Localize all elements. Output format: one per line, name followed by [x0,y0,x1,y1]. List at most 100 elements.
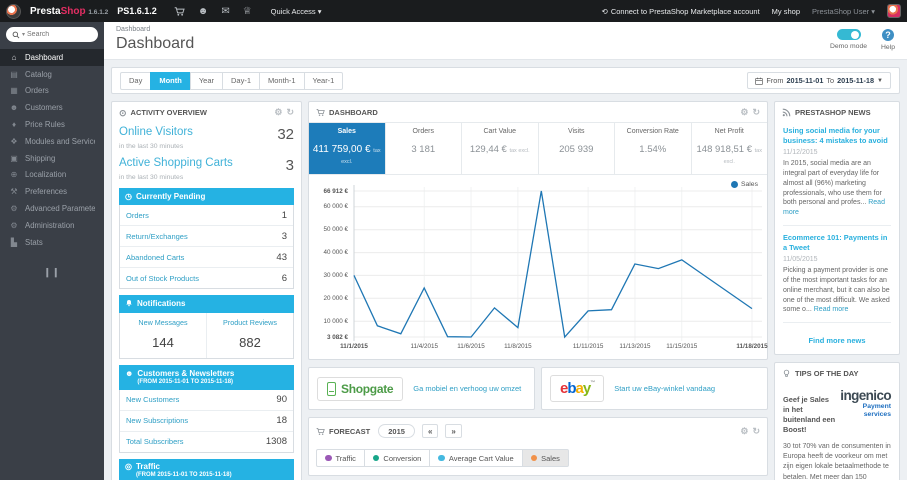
tab-average-cart-value[interactable]: Average Cart Value [429,449,523,467]
sidebar-item-dashboard[interactable]: ⌂ Dashboard [0,49,104,66]
pending-returns-link[interactable]: Return/Exchanges [126,232,188,241]
price-tag-icon: ♦ [11,120,17,130]
sidebar-item-administration[interactable]: ⚙ Administration [0,217,104,234]
panel-refresh-icon[interactable]: ↻ [752,426,760,436]
online-visitors-link[interactable]: Online Visitors [119,126,193,138]
cart-icon [316,427,325,436]
to-date: 2015-11-18 [837,76,875,85]
news-article: Using social media for your business: 4 … [783,126,891,218]
sidebar-item-modules[interactable]: ❖ Modules and Services [0,133,104,150]
new-messages-link[interactable]: New Messages [122,318,204,327]
panel-settings-icon[interactable]: ⚙ [740,426,748,436]
version-label: 1.6.1.2 [88,8,109,16]
marketplace-link[interactable]: ⟲ Connect to PrestaShop Marketplace accou… [602,7,760,16]
bell-icon [125,299,133,310]
kpi-orders[interactable]: Orders 3 181 [386,123,462,174]
sidebar-item-advanced-parameters[interactable]: ⚙ Advanced Parameters [0,200,104,217]
toggle-knob-icon [851,30,859,39]
prestashop-logo-icon[interactable] [6,3,21,19]
user-menu[interactable]: PrestaShop User ▾ [812,7,875,16]
activity-overview-panel: ⊙ ACTIVITY OVERVIEW ⚙ ↻ Online Visitors … [111,101,302,480]
total-subscribers-link[interactable]: Total Subscribers [126,437,184,446]
my-shop-link[interactable]: My shop [772,7,800,16]
forecast-panel: FORECAST 2015 « » ⚙ ↻ Traffic Conversion [308,417,768,476]
sidebar-collapse-toggle[interactable]: ❙❙ [0,267,104,278]
forecast-year[interactable]: 2015 [378,424,415,438]
help-icon[interactable]: ? [882,29,894,41]
shopgate-ad: Shopgate Ga mobiel en verhoog uw omzet [308,367,535,410]
ingenico-logo: ingenico Payment services [840,388,891,418]
chart-canvas [353,185,762,341]
out-of-stock-link[interactable]: Out of Stock Products [126,274,199,283]
active-carts-link[interactable]: Active Shopping Carts [119,157,233,169]
ebay-logo: ebay™ [550,375,605,402]
abandoned-carts-link[interactable]: Abandoned Carts [126,253,184,262]
tips-panel-title: TIPS OF THE DAY [795,369,859,379]
user-icon[interactable]: ☻ [198,6,209,17]
filter-month-button[interactable]: Month [150,71,191,90]
demo-mode-toggle[interactable] [836,29,861,40]
sync-icon: ⟲ [601,6,608,16]
kpi-cart-value[interactable]: Cart Value 129,44 € tax excl. [462,123,539,174]
sidebar-item-preferences[interactable]: ⚒ Preferences [0,183,104,200]
tip-body: 30 tot 70% van de consumenten in Europa … [783,443,891,480]
date-range-picker[interactable]: From 2015-11-01 To 2015-11-18 ▼ [747,72,891,89]
panel-settings-icon[interactable]: ⚙ [274,108,282,117]
pending-orders-link[interactable]: Orders [126,211,149,220]
product-reviews-value: 882 [239,335,261,350]
read-more-link[interactable]: Read more [814,306,849,313]
filter-day-1-button[interactable]: Day-1 [222,71,261,90]
sidebar-item-catalog[interactable]: ▤ Catalog [0,66,104,83]
sidebar: ▾ ⌂Dashboard ▤Catalog ▦Orders ☻Customers… [0,22,104,480]
sidebar-item-stats[interactable]: ▙ Stats [0,234,104,251]
top-bar: PrestaShop 1.6.1.2 PS1.6.1.2 ☻ ✉ ♕ Quick… [0,0,907,22]
ebay-ad: ebay™ Start uw eBay-winkel vandaag [541,367,768,410]
filter-day-button[interactable]: Day [120,71,152,90]
pending-row: Out of Stock Products 6 [126,272,287,284]
panel-settings-icon[interactable]: ⚙ [740,108,748,117]
phone-icon [327,381,336,396]
sidebar-item-orders[interactable]: ▦ Orders [0,83,104,100]
search-scope-caret-icon[interactable]: ▾ [22,31,25,38]
tab-sales[interactable]: Sales [521,449,569,467]
sidebar-search[interactable]: ▾ [6,27,98,42]
sidebar-item-shipping[interactable]: ▣ Shipping [0,150,104,167]
filter-year-1-button[interactable]: Year-1 [303,71,344,90]
customers-icon: ☻ [9,103,19,113]
forecast-prev-button[interactable]: « [421,424,439,438]
ebay-link[interactable]: Start uw eBay-winkel vandaag [614,384,715,393]
search-input[interactable] [27,31,92,38]
main-area: Dashboard Dashboard Demo mode ? Help Day… [104,22,907,480]
date-filter-bar: Day Month Year Day-1 Month-1 Year-1 From… [111,67,900,94]
tab-traffic[interactable]: Traffic [316,449,365,467]
filter-month-1-button[interactable]: Month-1 [259,71,305,90]
activity-icon: ⊙ [119,107,127,118]
tab-conversion[interactable]: Conversion [363,449,431,467]
news-article-title[interactable]: Ecommerce 101: Payments in a Tweet [783,233,891,252]
mail-icon[interactable]: ✉ [221,6,229,17]
cart-icon[interactable] [174,6,185,17]
trophy-icon[interactable]: ♕ [243,6,252,17]
panel-refresh-icon[interactable]: ↻ [286,108,294,117]
clock-icon: ◷ [125,191,132,201]
sidebar-item-customers[interactable]: ☻ Customers [0,99,104,116]
find-more-news-link[interactable]: Find more news [783,330,891,348]
new-customers-link[interactable]: New Customers [126,395,179,404]
product-reviews-link[interactable]: Product Reviews [209,318,291,327]
new-subscriptions-link[interactable]: New Subscriptions [126,416,188,425]
kpi-net-profit[interactable]: Net Profit 148 918,51 € tax excl. [692,123,768,174]
breadcrumb[interactable]: Dashboard [116,26,194,33]
sidebar-item-price-rules[interactable]: ♦ Price Rules [0,116,104,133]
kpi-conversion-rate[interactable]: Conversion Rate 1.54% [615,123,692,174]
quick-access-menu[interactable]: Quick Access ▾ [271,7,322,16]
kpi-visits[interactable]: Visits 205 939 [539,123,615,174]
forecast-next-button[interactable]: » [445,424,462,438]
panel-refresh-icon[interactable]: ↻ [752,108,760,117]
prestashop-news-panel: PRESTASHOP NEWS Using social media for y… [774,101,900,356]
user-avatar[interactable] [887,4,901,18]
filter-year-button[interactable]: Year [189,71,223,90]
kpi-sales[interactable]: Sales 411 759,00 € tax excl. [309,123,386,174]
shopgate-link[interactable]: Ga mobiel en verhoog uw omzet [413,384,521,393]
sidebar-item-localization[interactable]: ⊕ Localization [0,167,104,184]
news-article-title[interactable]: Using social media for your business: 4 … [783,126,891,145]
